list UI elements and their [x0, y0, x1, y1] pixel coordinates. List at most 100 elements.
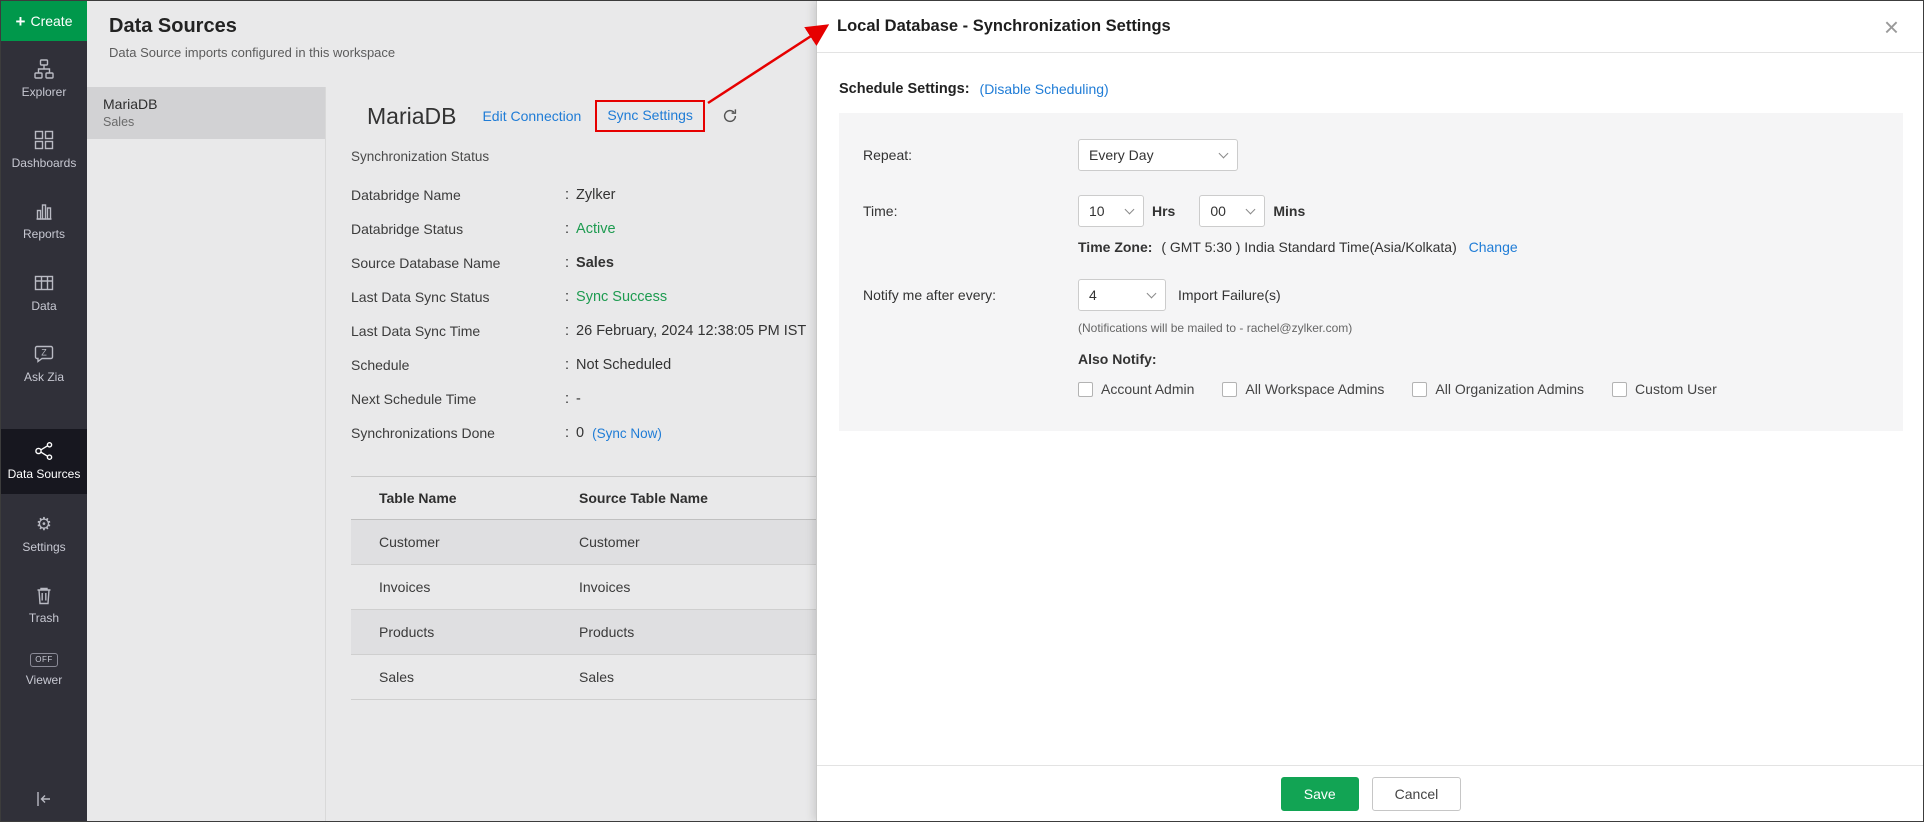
- column-header: Source Table Name: [579, 490, 708, 506]
- detail-value: Sales: [576, 255, 614, 271]
- detail-value: Zylker: [576, 187, 615, 203]
- reports-icon: [34, 201, 54, 221]
- edit-connection-link[interactable]: Edit Connection: [482, 108, 581, 124]
- sidebar-item-explorer[interactable]: Explorer: [1, 59, 87, 100]
- ask-zia-icon: Z: [34, 344, 54, 364]
- timezone-label: Time Zone:: [1078, 239, 1152, 255]
- sync-settings-highlight-box: Sync Settings: [595, 100, 705, 132]
- repeat-select[interactable]: Every Day: [1078, 139, 1238, 171]
- sidebar: + Create Explorer Dashboards Reports: [1, 1, 87, 821]
- timezone-value: ( GMT 5:30 ) India Standard Time(Asia/Ko…: [1161, 239, 1456, 255]
- sidebar-item-viewer[interactable]: OFF Viewer: [1, 653, 87, 689]
- import-failures-unit-label: Import Failure(s): [1178, 287, 1281, 303]
- detail-value: Not Scheduled: [576, 357, 671, 373]
- sync-settings-link[interactable]: Sync Settings: [607, 107, 693, 123]
- sidebar-item-data-sources[interactable]: Data Sources: [1, 429, 87, 494]
- chevron-down-icon: [1147, 288, 1157, 298]
- hours-selected-value: 10: [1089, 203, 1105, 219]
- checkbox-icon[interactable]: [1412, 382, 1427, 397]
- status-badge: Active: [576, 221, 616, 237]
- notify-row: Notify me after every: 4 Import Failure(…: [863, 279, 1879, 397]
- detail-label: Source Database Name: [351, 255, 565, 271]
- cancel-button[interactable]: Cancel: [1372, 777, 1462, 811]
- colon: :: [565, 221, 569, 237]
- table-cell: Invoices: [379, 579, 579, 595]
- table-cell: Invoices: [579, 579, 630, 595]
- detail-label: Last Data Sync Time: [351, 323, 565, 339]
- schedule-settings-row: Schedule Settings: (Disable Scheduling): [839, 81, 1903, 97]
- sidebar-item-settings[interactable]: ⚙ Settings: [1, 514, 87, 555]
- sidebar-item-label: Explorer: [22, 84, 67, 100]
- page-subtitle: Data Source imports configured in this w…: [109, 45, 395, 60]
- sidebar-item-ask-zia[interactable]: Z Ask Zia: [1, 344, 87, 385]
- sidebar-item-data[interactable]: Data: [1, 273, 87, 314]
- hours-select[interactable]: 10: [1078, 195, 1144, 227]
- chevron-down-icon: [1219, 148, 1229, 158]
- dialog-footer: Save Cancel: [817, 765, 1924, 821]
- also-notify-checkbox-row: Account Admin All Workspace Admins All O…: [1078, 381, 1879, 397]
- checkbox-all-organization-admins[interactable]: All Organization Admins: [1412, 381, 1584, 397]
- schedule-settings-label: Schedule Settings:: [839, 81, 970, 97]
- sidebar-item-dashboards[interactable]: Dashboards: [1, 130, 87, 171]
- collapse-sidebar-icon[interactable]: [1, 789, 87, 809]
- notify-label: Notify me after every:: [863, 279, 1078, 397]
- detail-label: Next Schedule Time: [351, 391, 565, 407]
- detail-label: Last Data Sync Status: [351, 289, 565, 305]
- table-cell: Products: [379, 624, 579, 640]
- checkbox-label: All Organization Admins: [1435, 381, 1584, 397]
- detail-label: Synchronizations Done: [351, 425, 565, 441]
- page-header: Data Sources Data Source imports configu…: [87, 1, 395, 60]
- save-button[interactable]: Save: [1281, 777, 1359, 811]
- checkbox-icon[interactable]: [1612, 382, 1627, 397]
- colon: :: [565, 323, 569, 339]
- detail-label: Databridge Name: [351, 187, 565, 203]
- minutes-select[interactable]: 00: [1199, 195, 1265, 227]
- time-label: Time:: [863, 195, 1078, 255]
- dialog-body: Schedule Settings: (Disable Scheduling) …: [817, 53, 1924, 431]
- colon: :: [565, 425, 569, 441]
- data-sources-icon: [34, 441, 54, 461]
- create-button-label: Create: [30, 13, 72, 29]
- detail-label: Schedule: [351, 357, 565, 373]
- colon: :: [565, 255, 569, 271]
- checkbox-label: Account Admin: [1101, 381, 1194, 397]
- checkbox-icon[interactable]: [1222, 382, 1237, 397]
- sync-now-link[interactable]: (Sync Now): [592, 426, 662, 441]
- timezone-change-link[interactable]: Change: [1469, 239, 1518, 255]
- colon: :: [565, 391, 569, 407]
- checkbox-icon[interactable]: [1078, 382, 1093, 397]
- connection-title: MariaDB: [367, 103, 456, 130]
- sidebar-item-reports[interactable]: Reports: [1, 201, 87, 242]
- also-notify-label: Also Notify:: [1078, 351, 1879, 367]
- refresh-icon[interactable]: [721, 107, 739, 125]
- checkbox-account-admin[interactable]: Account Admin: [1078, 381, 1194, 397]
- table-cell: Customer: [579, 534, 640, 550]
- gear-icon: ⚙: [36, 514, 52, 534]
- close-icon[interactable]: ×: [1884, 14, 1899, 40]
- dialog-title: Local Database - Synchronization Setting…: [837, 17, 1171, 36]
- minutes-unit-label: Mins: [1273, 203, 1305, 219]
- svg-text:Z: Z: [41, 347, 47, 357]
- timezone-line: Time Zone: ( GMT 5:30 ) India Standard T…: [1078, 239, 1879, 255]
- dashboards-icon: [34, 130, 54, 150]
- sidebar-item-label: Data Sources: [8, 466, 81, 482]
- create-button[interactable]: + Create: [1, 1, 87, 41]
- sidebar-item-trash[interactable]: Trash: [1, 585, 87, 626]
- chevron-down-icon: [1125, 204, 1135, 214]
- checkbox-custom-user[interactable]: Custom User: [1612, 381, 1717, 397]
- repeat-selected-value: Every Day: [1089, 147, 1154, 163]
- sidebar-item-label: Data: [31, 298, 56, 314]
- detail-value: -: [576, 391, 581, 407]
- detail-label: Databridge Status: [351, 221, 565, 237]
- schedule-form-panel: Repeat: Every Day Time: 10: [839, 113, 1903, 431]
- source-name: MariaDB: [103, 96, 309, 112]
- dialog-header: Local Database - Synchronization Setting…: [817, 1, 1924, 53]
- colon: :: [565, 357, 569, 373]
- checkbox-all-workspace-admins[interactable]: All Workspace Admins: [1222, 381, 1384, 397]
- data-source-list-item-mariadb[interactable]: MariaDB Sales: [87, 87, 325, 139]
- import-failures-select[interactable]: 4: [1078, 279, 1166, 311]
- table-cell: Sales: [379, 669, 579, 685]
- disable-scheduling-link[interactable]: (Disable Scheduling): [980, 81, 1109, 97]
- table-cell: Products: [579, 624, 634, 640]
- colon: :: [565, 187, 569, 203]
